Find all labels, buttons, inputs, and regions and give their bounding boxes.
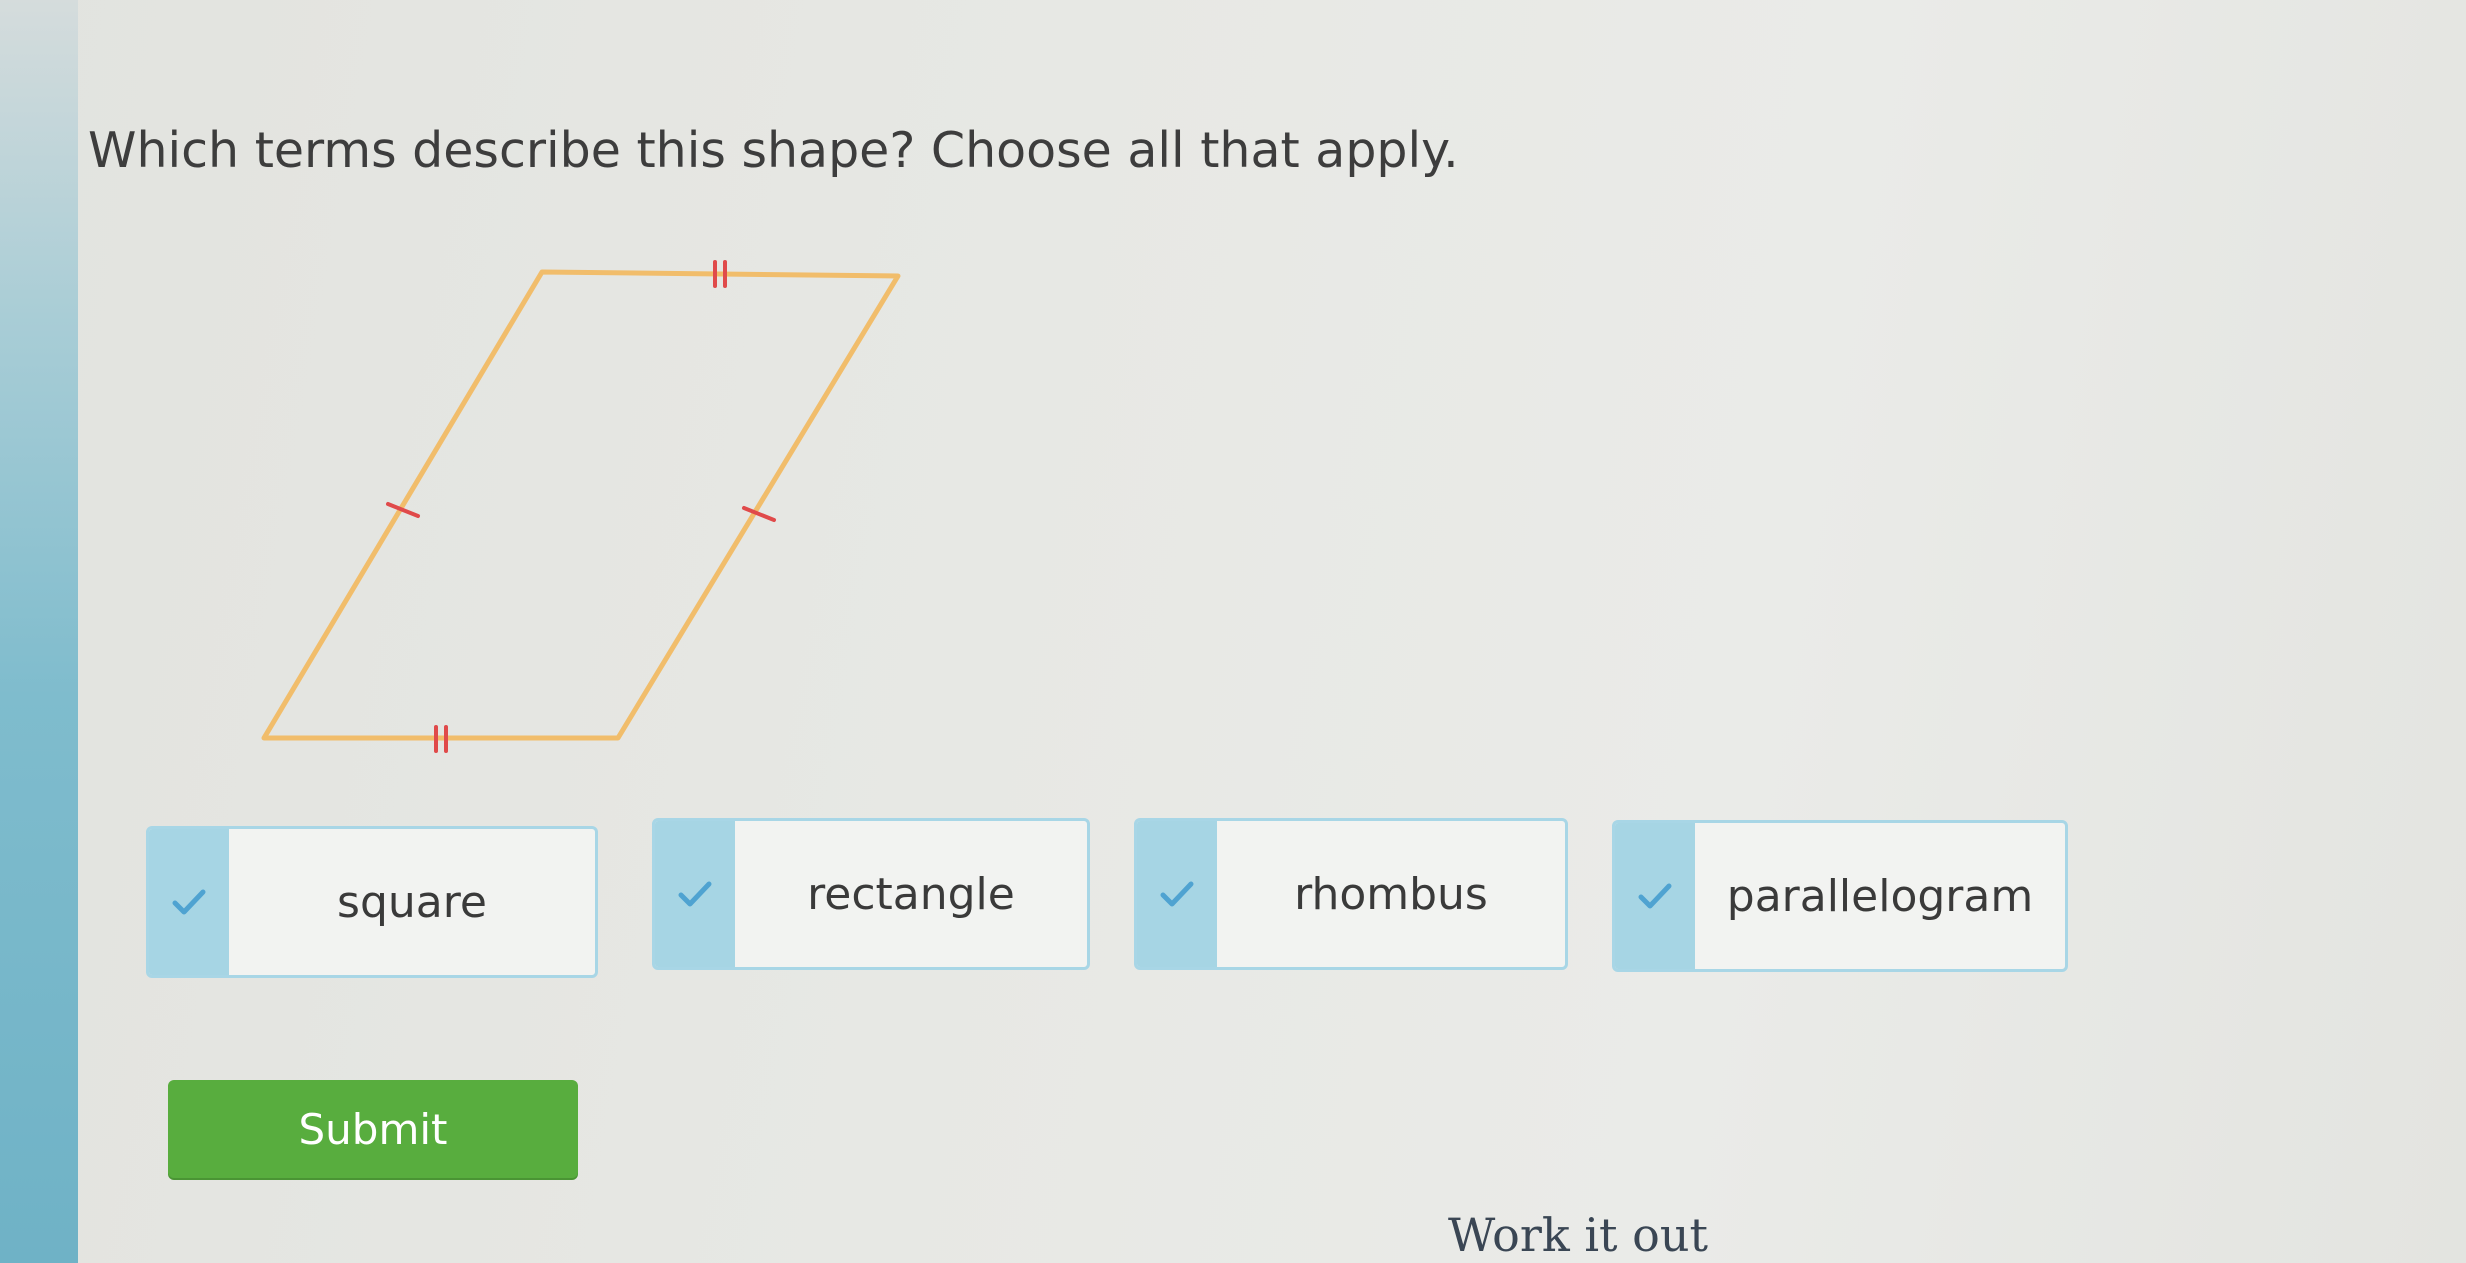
choice-square[interactable]: square bbox=[146, 826, 598, 978]
choice-rectangle-label: rectangle bbox=[807, 868, 1015, 920]
choice-parallelogram-label: parallelogram bbox=[1726, 870, 2034, 922]
choice-square-checkbox[interactable] bbox=[149, 829, 229, 975]
check-icon bbox=[1160, 881, 1194, 907]
check-icon bbox=[1638, 883, 1672, 909]
choice-rectangle-checkbox[interactable] bbox=[655, 821, 735, 967]
work-it-out-heading: Work it out bbox=[1448, 1208, 1708, 1262]
submit-button[interactable]: Submit bbox=[168, 1080, 578, 1178]
check-icon bbox=[172, 889, 206, 915]
parallelogram-outline bbox=[261, 269, 901, 741]
left-edge-strip bbox=[0, 0, 78, 1263]
parallelogram-diagram bbox=[261, 260, 901, 753]
shape-figure bbox=[240, 240, 940, 780]
choice-rhombus[interactable]: rhombus bbox=[1134, 818, 1568, 970]
choice-rectangle[interactable]: rectangle bbox=[652, 818, 1090, 970]
choice-rhombus-label: rhombus bbox=[1294, 868, 1488, 920]
choice-parallelogram-checkbox[interactable] bbox=[1615, 823, 1695, 969]
choice-square-label: square bbox=[337, 876, 487, 928]
check-icon bbox=[678, 881, 712, 907]
question-prompt: Which terms describe this shape? Choose … bbox=[88, 122, 1459, 179]
choice-parallelogram[interactable]: parallelogram bbox=[1612, 820, 2068, 972]
answer-choices: square rectangle rhombus parallelogram bbox=[140, 812, 2080, 982]
choice-rhombus-checkbox[interactable] bbox=[1137, 821, 1217, 967]
